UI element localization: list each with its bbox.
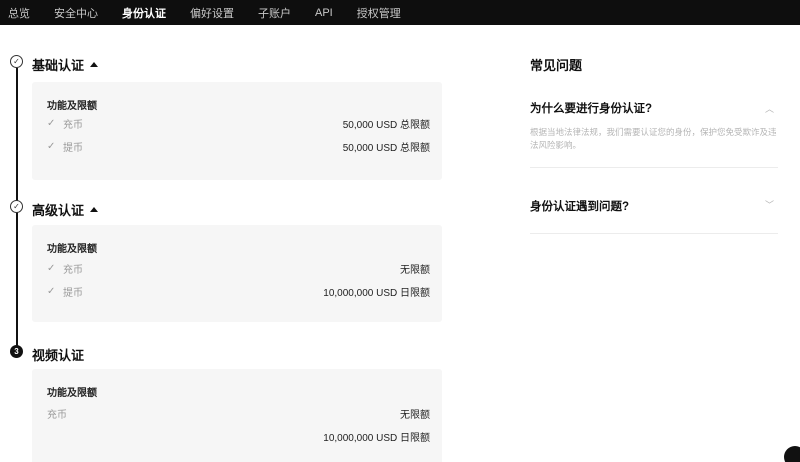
- step-3-title-text: 视频认证: [32, 348, 85, 363]
- limit-row: ✓ 提币 10,000,000 USD 日限额: [47, 284, 430, 299]
- step-3-card: 功能及限额 充币 无限额 10,000,000 USD 日限额: [32, 369, 442, 462]
- limit-row: ✓ 充币 50,000 USD 总限额: [47, 116, 430, 131]
- step-2-check-icon: ✓: [10, 200, 23, 213]
- card-title: 功能及限额: [47, 101, 97, 112]
- feature-limit: 50,000 USD 总限额: [342, 119, 430, 131]
- tab-sub-accounts[interactable]: 子账户: [258, 5, 291, 21]
- limit-row: ✓ 充币 无限额: [47, 261, 430, 276]
- tab-authorization[interactable]: 授权管理: [357, 5, 401, 21]
- faq-item-verify-problem[interactable]: 身份认证遇到问题? ﹀: [530, 190, 778, 234]
- step-1-card: 功能及限额 ✓ 充币 50,000 USD 总限额 ✓ 提币 50,000 US…: [32, 82, 442, 180]
- top-nav: 总览 安全中心 身份认证 偏好设置 子账户 API 授权管理: [0, 0, 800, 25]
- feature-limit: 无限额: [400, 409, 430, 421]
- feature-name: 充币: [63, 264, 83, 276]
- feature-name: 充币: [47, 409, 67, 421]
- step-3-title: 视频认证: [32, 345, 84, 364]
- check-icon: ✓: [47, 117, 56, 129]
- faq-question[interactable]: 为什么要进行身份认证?: [530, 100, 652, 116]
- tab-preferences[interactable]: 偏好设置: [190, 5, 234, 21]
- feature-name: 提币: [63, 287, 83, 299]
- limit-row: 充币 无限额: [47, 406, 430, 421]
- faq-item-why-verify[interactable]: 为什么要进行身份认证? ︿ 根据当地法律法规，我们需要认证您的身份，保护您免受欺…: [530, 92, 778, 168]
- step-2-card: 功能及限额 ✓ 充币 无限额 ✓ 提币 10,000,000 USD 日限额: [32, 225, 442, 322]
- tab-identity-verification[interactable]: 身份认证: [122, 5, 166, 21]
- feature-limit: 无限额: [400, 264, 430, 276]
- check-icon: ✓: [47, 262, 56, 274]
- step-3-number-badge: 3: [10, 345, 23, 358]
- tab-security-center[interactable]: 安全中心: [54, 5, 98, 21]
- chevron-down-icon[interactable]: ﹀: [765, 198, 774, 211]
- limit-row: 10,000,000 USD 日限额: [47, 429, 430, 444]
- faq-title: 常见问题: [530, 58, 583, 73]
- faq-answer: 根据当地法律法规，我们需要认证您的身份，保护您免受欺诈及违法风险影响。: [530, 127, 777, 150]
- limit-row: ✓ 提币 50,000 USD 总限额: [47, 139, 430, 154]
- caret-up-icon[interactable]: [90, 62, 99, 67]
- feature-limit: 50,000 USD 总限额: [342, 142, 430, 154]
- card-title: 功能及限额: [47, 244, 97, 255]
- step-1-check-icon: ✓: [10, 55, 23, 68]
- step-1-title: 基础认证: [32, 55, 99, 74]
- check-icon: ✓: [47, 140, 56, 152]
- step-2-title-text: 高级认证: [32, 203, 85, 218]
- check-icon: ✓: [47, 285, 56, 297]
- step-2-title: 高级认证: [32, 200, 99, 219]
- support-chat-icon[interactable]: [784, 446, 800, 462]
- tab-overview[interactable]: 总览: [8, 5, 30, 21]
- card-title: 功能及限额: [47, 388, 97, 399]
- chevron-up-icon[interactable]: ︿: [765, 102, 774, 115]
- faq-question[interactable]: 身份认证遇到问题?: [530, 198, 629, 214]
- tab-api[interactable]: API: [315, 7, 333, 19]
- feature-name: 充币: [63, 119, 83, 131]
- step-1-title-text: 基础认证: [32, 58, 85, 73]
- feature-limit: 10,000,000 USD 日限额: [323, 287, 430, 299]
- feature-name: 提币: [63, 142, 83, 154]
- feature-limit: 10,000,000 USD 日限额: [323, 432, 430, 444]
- caret-up-icon[interactable]: [90, 207, 99, 212]
